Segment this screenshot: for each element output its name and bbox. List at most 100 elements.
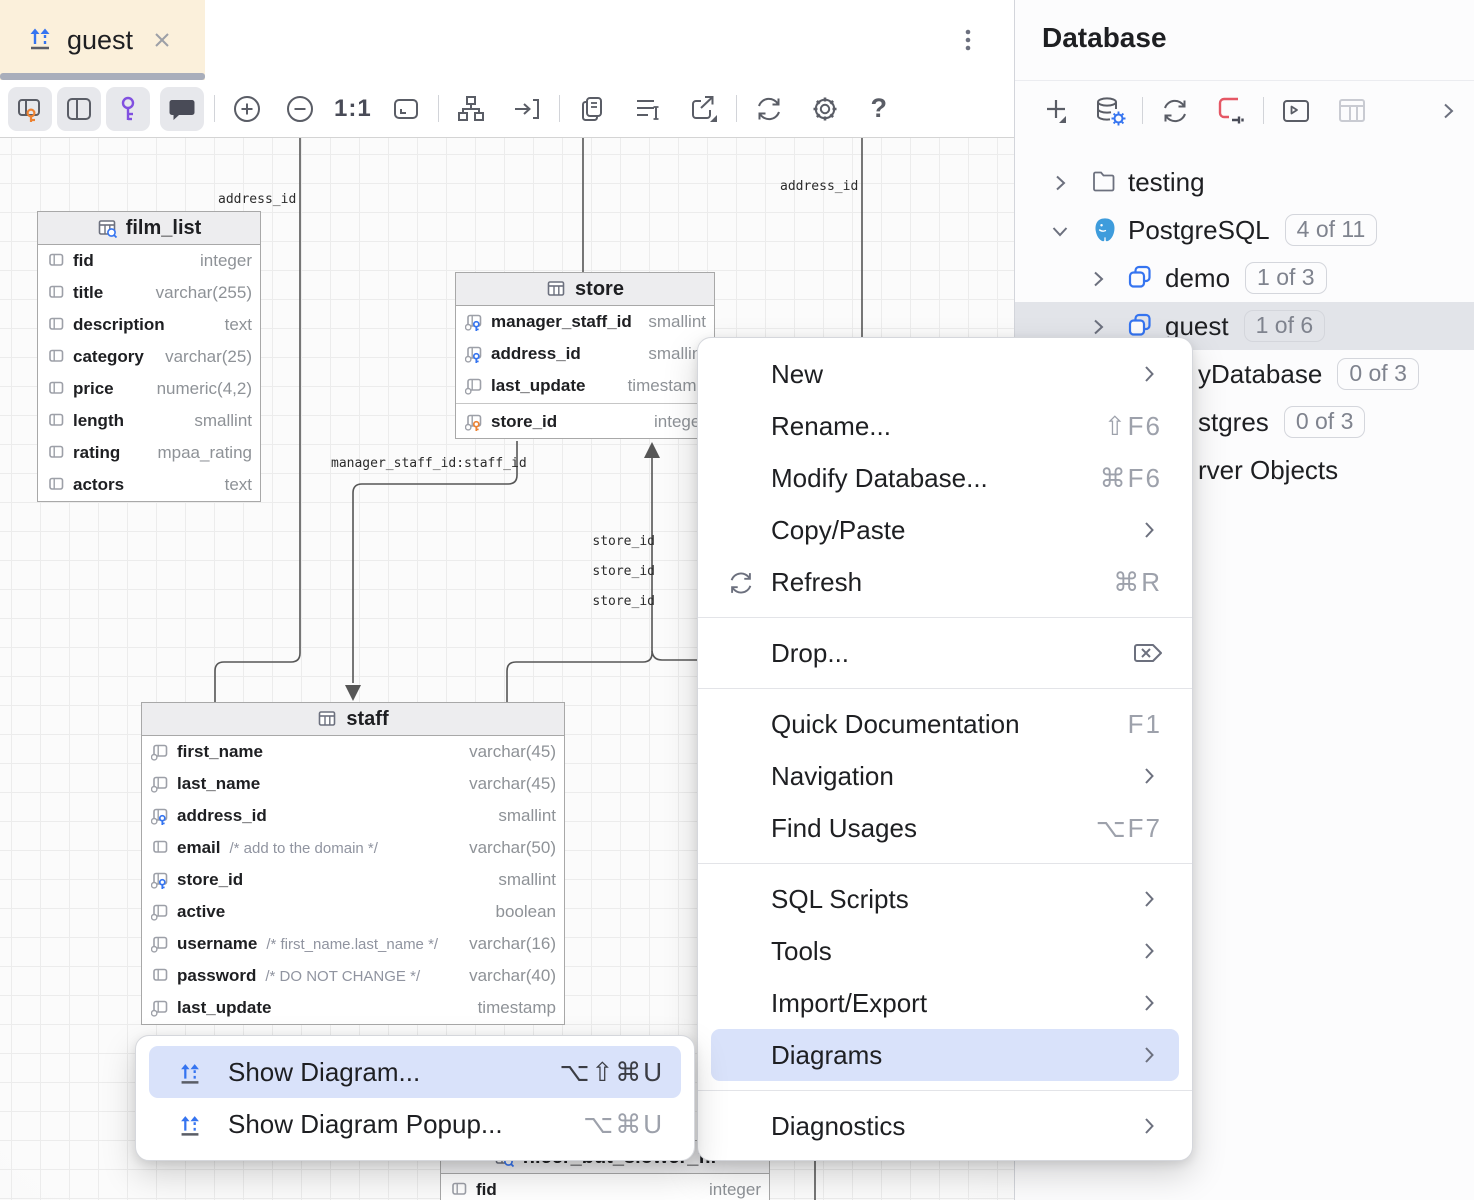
tab-title: guest — [67, 25, 133, 56]
add-data-source-button[interactable] — [1033, 88, 1079, 134]
column-row: first_namevarchar(45) — [142, 736, 564, 768]
zoom-out-button[interactable] — [278, 87, 322, 131]
tree-row-label-partial: yDatabase0 of 3 — [1198, 358, 1419, 390]
chevron-right-icon[interactable] — [1087, 316, 1109, 338]
menu-item-new[interactable]: New — [698, 348, 1192, 400]
tree-row-postgresql[interactable]: PostgreSQL4 of 11 — [1015, 206, 1474, 254]
toggle-comments-button[interactable] — [160, 87, 204, 131]
column-type: varchar(45) — [459, 742, 556, 762]
refresh-button[interactable] — [1152, 88, 1198, 134]
table-header: store — [456, 273, 714, 306]
menu-item-rename[interactable]: Rename...⇧F6 — [698, 400, 1192, 452]
edit-notes-button[interactable] — [626, 87, 670, 131]
diagram-icon — [174, 1109, 206, 1141]
menu-item-show-diagram-popup[interactable]: Show Diagram Popup...⌥⌘U — [136, 1098, 694, 1150]
tree-row-demo[interactable]: demo1 of 3 — [1015, 254, 1474, 302]
toolbar-separator — [736, 95, 737, 122]
data-source-properties-button[interactable] — [1087, 88, 1133, 134]
menu-item-quick-documentation[interactable]: Quick DocumentationF1 — [698, 698, 1192, 750]
menu-item-tools[interactable]: Tools — [698, 925, 1192, 977]
toggle-columns-button[interactable] — [57, 87, 101, 131]
edge-store-id-staff — [507, 458, 652, 702]
menu-item-navigation[interactable]: Navigation — [698, 750, 1192, 802]
chevron-right-icon[interactable] — [1087, 268, 1109, 290]
submenu-arrow-icon — [1139, 1114, 1159, 1138]
submenu-arrow-icon — [1139, 1043, 1159, 1067]
table-node-store[interactable]: storemanager_staff_idsmallintaddress_ids… — [455, 272, 715, 439]
submenu-arrow-icon — [1139, 939, 1159, 963]
refresh-button[interactable] — [747, 87, 791, 131]
disconnect-button[interactable] — [1208, 88, 1254, 134]
chevron-right-icon[interactable] — [1437, 100, 1459, 122]
query-console-button[interactable] — [1273, 88, 1319, 134]
menu-item-diagrams[interactable]: Diagrams — [698, 1029, 1192, 1081]
column-type: smallint — [488, 870, 556, 890]
submenu-arrow-icon — [1139, 518, 1159, 542]
column-name: length — [73, 411, 124, 431]
menu-item-sql-scripts[interactable]: SQL Scripts — [698, 873, 1192, 925]
table-node-film_list[interactable]: film_listfidintegertitlevarchar(255)desc… — [37, 211, 261, 502]
arrowhead-into-staff — [345, 685, 361, 701]
column-type: varchar(50) — [459, 838, 556, 858]
table-node-staff[interactable]: stafffirst_namevarchar(45)last_namevarch… — [141, 702, 565, 1025]
more-options-icon[interactable] — [952, 24, 984, 56]
column-icon — [450, 1181, 469, 1200]
fit-content-button[interactable] — [384, 87, 428, 131]
menu-separator — [698, 617, 1192, 618]
column-name: active — [177, 902, 225, 922]
menu-item-drop[interactable]: Drop... — [698, 627, 1192, 679]
submenu-arrow-icon — [1139, 764, 1159, 788]
column-row: descriptiontext — [38, 309, 260, 341]
menu-item-label: Copy/Paste — [771, 515, 905, 546]
column-row: last_namevarchar(45) — [142, 768, 564, 800]
close-icon[interactable] — [151, 29, 173, 51]
menu-item-refresh[interactable]: Refresh⌘R — [698, 556, 1192, 608]
tab-guest[interactable]: guest — [0, 0, 205, 80]
toggle-key-columns-button[interactable] — [8, 87, 52, 131]
menu-separator — [698, 688, 1192, 689]
menu-item-label: New — [771, 359, 823, 390]
column-icon — [151, 999, 170, 1018]
menu-item-show-diagram[interactable]: Show Diagram...⌥⇧⌘U — [136, 1046, 694, 1098]
column-name: last_update — [491, 376, 585, 396]
chevron-down-icon[interactable] — [1049, 220, 1071, 242]
menu-item-diagnostics[interactable]: Diagnostics — [698, 1100, 1192, 1152]
column-row: store_idsmallint — [142, 864, 564, 896]
menu-item-label: Show Diagram Popup... — [228, 1109, 503, 1140]
menu-separator — [698, 1090, 1192, 1091]
drop-icon — [1133, 637, 1165, 669]
column-name: password — [177, 966, 256, 986]
toggle-keys-button[interactable] — [106, 87, 150, 131]
apply-layout-button[interactable] — [449, 87, 493, 131]
primary-key-icon — [465, 413, 484, 432]
tree-row-label: demo1 of 3 — [1165, 262, 1327, 294]
settings-gear-icon[interactable] — [803, 87, 847, 131]
menu-item-copy-paste[interactable]: Copy/Paste — [698, 504, 1192, 556]
help-icon[interactable]: ? — [857, 87, 901, 131]
snap-to-grid-button[interactable] — [505, 87, 549, 131]
schema-icon — [1127, 264, 1153, 290]
chevron-right-icon[interactable] — [1049, 172, 1071, 194]
zoom-in-button[interactable] — [225, 87, 269, 131]
column-row: last_updatetimestamp — [456, 370, 714, 402]
column-row: store_idinteger — [456, 406, 714, 438]
export-diagram-button[interactable] — [682, 87, 726, 131]
tree-row-testing[interactable]: testing — [1015, 158, 1474, 206]
zoom-level-label[interactable]: 1:1 — [322, 95, 384, 123]
menu-item-find-usages[interactable]: Find Usages⌥F7 — [698, 802, 1192, 854]
menu-item-modify-database[interactable]: Modify Database...⌘F6 — [698, 452, 1192, 504]
toolbar-separator — [214, 95, 215, 122]
column-type: boolean — [485, 902, 556, 922]
menu-shortcut: F1 — [1128, 709, 1162, 740]
edge-label: store_id — [577, 594, 655, 609]
column-name: address_id — [491, 344, 581, 364]
table-view-button[interactable] — [1329, 88, 1375, 134]
column-name: actors — [73, 475, 124, 495]
menu-item-import-export[interactable]: Import/Export — [698, 977, 1192, 1029]
copy-diagram-button[interactable] — [570, 87, 614, 131]
tree-row-label: testing — [1128, 167, 1205, 198]
column-name: title — [73, 283, 103, 303]
column-type: smallint — [638, 344, 706, 364]
foreign-key-icon — [151, 807, 170, 826]
menu-item-label: Navigation — [771, 761, 894, 792]
